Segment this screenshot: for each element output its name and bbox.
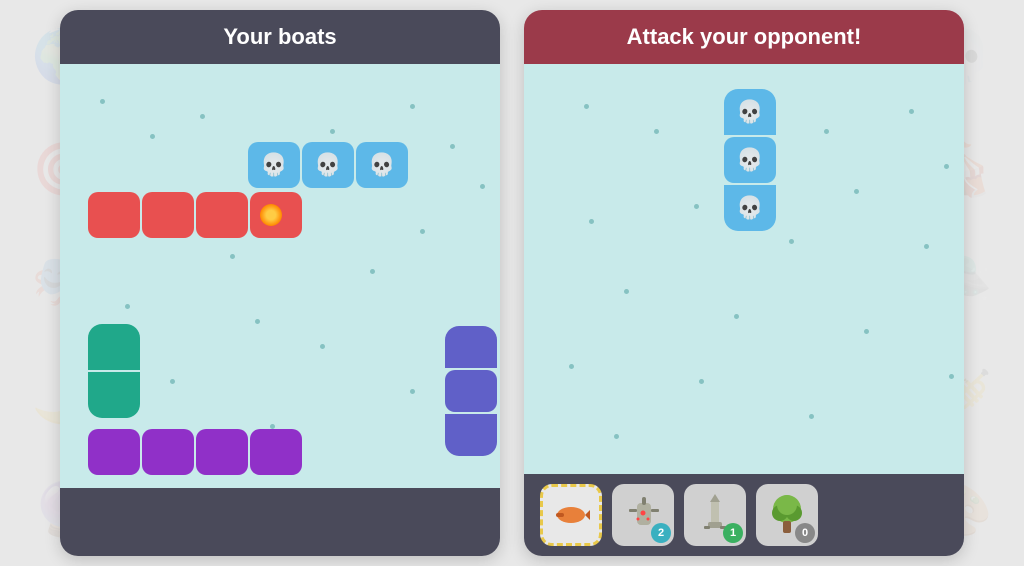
torpedo-icon xyxy=(552,504,590,526)
game-panels: Your boats xyxy=(60,10,964,556)
your-boats-canvas: 💀 💀 💀 xyxy=(70,74,490,464)
weapon-tree[interactable]: 0 xyxy=(756,484,818,546)
skull-icon: 💀 xyxy=(736,147,763,173)
weapon-missile[interactable]: 1 xyxy=(684,484,746,546)
attack-grid[interactable]: 💀 💀 💀 xyxy=(524,64,964,474)
skull-icon: 💀 xyxy=(260,152,287,178)
your-boats-panel: Your boats xyxy=(60,10,500,556)
attack-header: Attack your opponent! xyxy=(524,10,964,64)
attack-footer: 2 1 xyxy=(524,474,964,556)
your-boats-title: Your boats xyxy=(223,24,336,49)
your-boats-grid[interactable]: 💀 💀 💀 xyxy=(60,64,500,488)
tree-badge: 0 xyxy=(795,523,815,543)
attack-panel: Attack your opponent! xyxy=(524,10,964,556)
skull-icon: 💀 xyxy=(736,195,763,221)
attack-title: Attack your opponent! xyxy=(627,24,862,49)
weapon-torpedo[interactable] xyxy=(540,484,602,546)
skull-icon: 💀 xyxy=(368,152,395,178)
bomb-badge: 2 xyxy=(651,523,671,543)
skull-icon: 💀 xyxy=(736,99,763,125)
your-boats-footer xyxy=(60,488,500,556)
weapon-bomb[interactable]: 2 xyxy=(612,484,674,546)
your-boats-header: Your boats xyxy=(60,10,500,64)
skull-icon: 💀 xyxy=(314,152,341,178)
attack-canvas: 💀 💀 💀 xyxy=(534,74,954,464)
missile-badge: 1 xyxy=(723,523,743,543)
